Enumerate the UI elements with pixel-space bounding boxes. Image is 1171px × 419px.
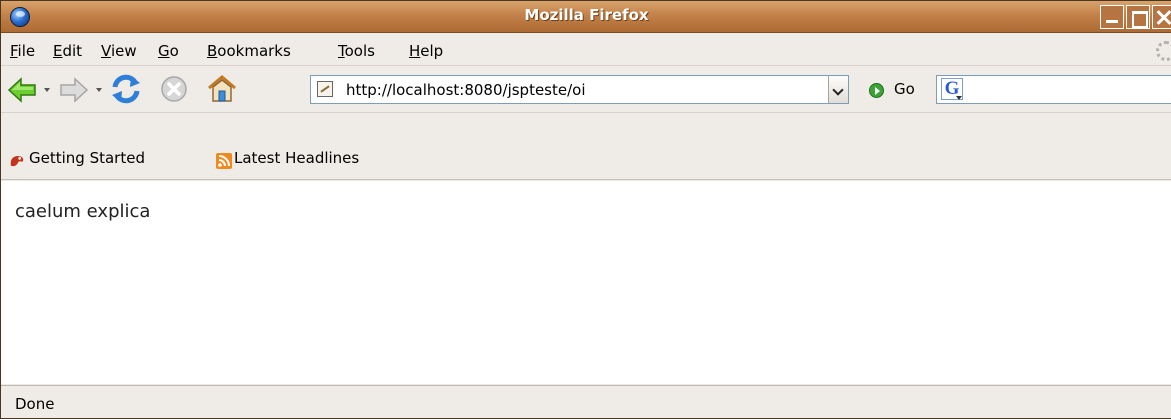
menu-tools[interactable]: Tools (338, 42, 375, 60)
page-text: caelum explica (15, 201, 151, 222)
firefox-bookmark-icon (10, 156, 24, 167)
close-button[interactable] (1152, 5, 1171, 29)
search-engine-dropdown-icon[interactable] (956, 96, 962, 100)
status-text: Done (15, 395, 55, 413)
status-bar: Done (1, 385, 1171, 418)
menu-help[interactable]: Help (409, 42, 443, 60)
menu-view[interactable]: View (101, 42, 137, 60)
reload-icon[interactable] (109, 73, 143, 105)
url-text[interactable]: http://localhost:8080/jspteste/oi (346, 81, 586, 99)
window-title: Mozilla Firefox (524, 6, 649, 24)
bookmarks-toolbar: Getting Started Latest Headlines (1, 144, 1171, 180)
back-dropdown-icon[interactable] (44, 88, 50, 92)
search-input[interactable]: G (936, 75, 1171, 104)
url-history-dropdown-button[interactable] (828, 76, 848, 103)
bookmark-getting-started[interactable]: Getting Started (29, 149, 145, 167)
go-icon[interactable] (869, 83, 884, 98)
stop-icon[interactable] (160, 75, 188, 103)
menu-file[interactable]: File (10, 42, 35, 60)
menu-bar: File Edit View Go Bookmarks Tools Help (1, 34, 1171, 66)
browser-window: Mozilla Firefox File Edit View Go Bookma… (0, 0, 1171, 419)
menu-bookmarks[interactable]: Bookmarks (207, 42, 291, 60)
maximize-button[interactable] (1126, 5, 1150, 29)
forward-dropdown-icon[interactable] (96, 88, 102, 92)
bookmark-latest-headlines[interactable]: Latest Headlines (234, 149, 359, 167)
rss-feed-icon (216, 153, 232, 169)
navigation-toolbar: http://localhost:8080/jspteste/oi Go G (1, 67, 1171, 113)
page-favicon-icon (317, 81, 333, 97)
address-bar[interactable]: http://localhost:8080/jspteste/oi (310, 75, 849, 104)
title-bar[interactable]: Mozilla Firefox (1, 1, 1171, 33)
toolbar-spacer (1, 113, 1171, 144)
minimize-button[interactable] (1100, 5, 1124, 29)
throbber-icon (1156, 41, 1171, 61)
go-button[interactable]: Go (894, 80, 915, 98)
menu-edit[interactable]: Edit (53, 42, 82, 60)
menu-go[interactable]: Go (158, 42, 179, 60)
back-arrow-icon[interactable] (7, 76, 37, 104)
home-icon[interactable] (206, 73, 238, 105)
forward-arrow-icon[interactable] (59, 76, 89, 104)
window-controls (1100, 5, 1171, 29)
page-content: caelum explica (1, 181, 1171, 384)
